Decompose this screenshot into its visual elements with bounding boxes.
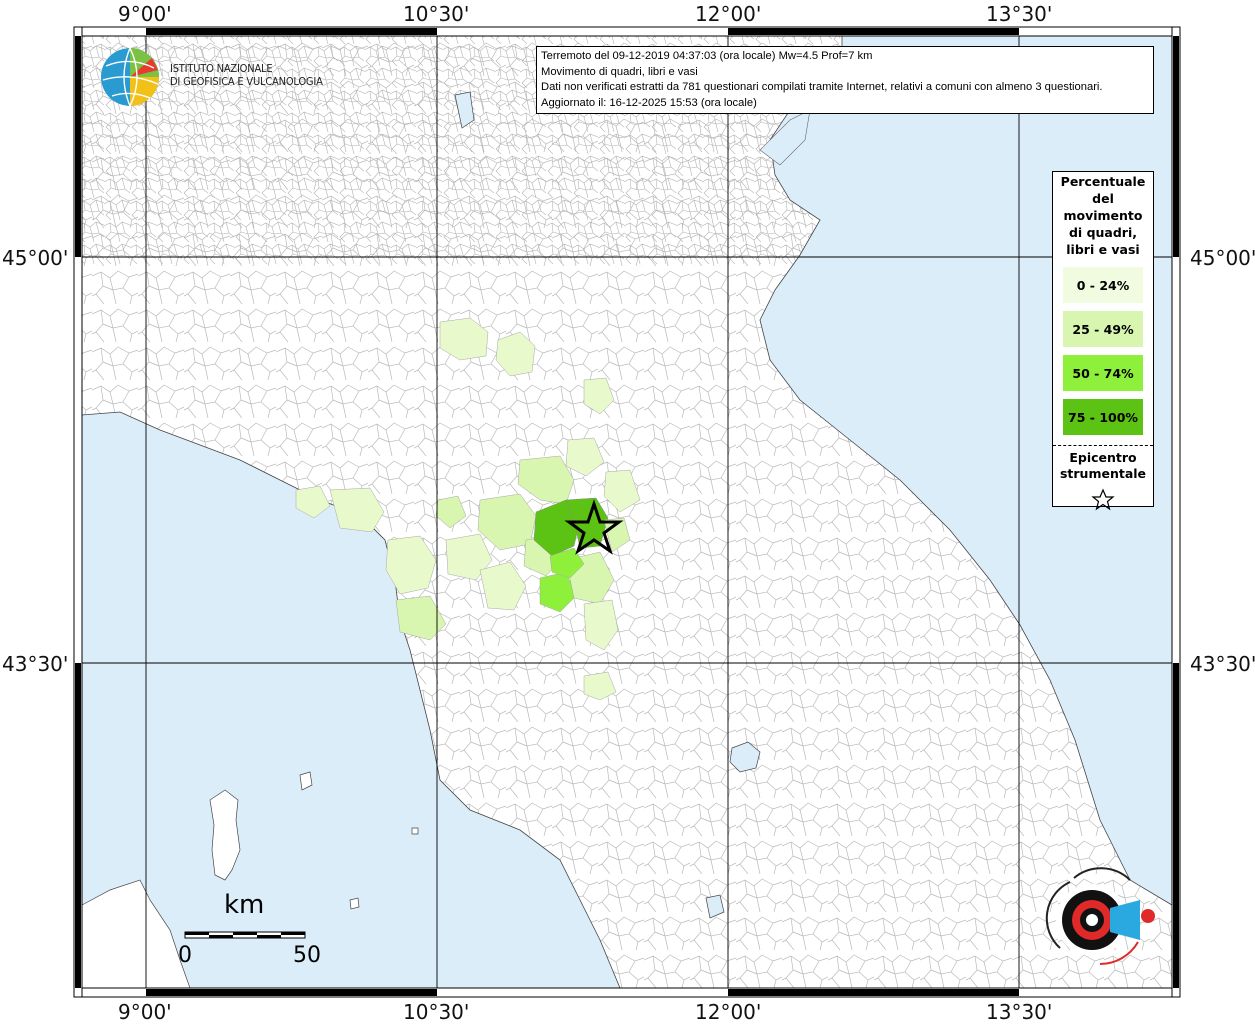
- lon-label-top-2: 10°30': [403, 2, 470, 26]
- scale-bar-start: 0: [178, 943, 192, 968]
- legend-class-0-24: 0 - 24%: [1063, 267, 1143, 303]
- legend-class-25-49: 25 - 49%: [1063, 311, 1143, 347]
- legend: Percentuale del movimento di quadri, lib…: [1052, 171, 1154, 511]
- event-info-line-1: Terremoto del 09-12-2019 04:37:03 (ora l…: [541, 50, 873, 62]
- lat-label-left-2: 43°30': [2, 652, 69, 676]
- lon-label-bottom-3: 12°00': [695, 1000, 762, 1024]
- ingv-logo-text: ISTITUTO NAZIONALE DI GEOFISICA E VULCAN…: [170, 62, 323, 88]
- legend-epicenter-label: Epicentro strumentale: [1059, 450, 1147, 481]
- lon-label-top-4: 13°30': [986, 2, 1053, 26]
- event-info-line-4: Aggiornato il: 16-12-2025 15:53 (ora loc…: [541, 96, 757, 109]
- lon-label-top-1: 9°00': [118, 2, 172, 26]
- lat-label-left-1: 45°00': [2, 246, 69, 270]
- lon-label-bottom-1: 9°00': [118, 1000, 172, 1024]
- scale-bar-unit: km: [224, 890, 265, 920]
- event-info-box: Terremoto del 09-12-2019 04:37:03 (ora l…: [536, 46, 1154, 114]
- legend-class-50-74: 50 - 74%: [1063, 355, 1143, 391]
- haisentito-terremoto-logo: [1045, 867, 1155, 965]
- scale-bar: [184, 931, 306, 939]
- legend-title: Percentuale del movimento di quadri, lib…: [1060, 174, 1146, 257]
- scale-bar-end: 50: [293, 943, 321, 968]
- event-info-line-3: Dati non verificati estratti da 781 ques…: [541, 81, 1103, 93]
- lat-label-right-2: 43°30': [1190, 652, 1255, 676]
- lat-label-right-1: 45°00': [1190, 246, 1255, 270]
- star-icon: [1091, 488, 1115, 511]
- event-info-line-2: Movimento di quadri, libri e vasi: [541, 65, 698, 78]
- legend-class-75-100: 75 - 100%: [1063, 399, 1143, 435]
- lon-label-top-3: 12°00': [695, 2, 762, 26]
- lon-label-bottom-2: 10°30': [403, 1000, 470, 1024]
- lon-label-bottom-4: 13°30': [986, 1000, 1053, 1024]
